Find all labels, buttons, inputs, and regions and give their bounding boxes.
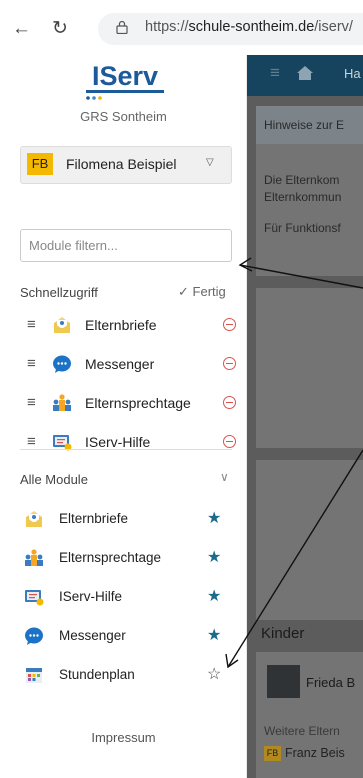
checkmark-icon: ✓ bbox=[178, 284, 189, 299]
avatar: FB bbox=[27, 153, 53, 175]
letter-icon bbox=[26, 511, 42, 527]
star-outline-icon[interactable]: ☆ bbox=[207, 664, 221, 684]
parent-name: Franz Beis bbox=[285, 746, 345, 760]
impressum-link[interactable]: Impressum bbox=[0, 730, 247, 745]
module-item-label: IServ-Hilfe bbox=[59, 589, 123, 604]
url-text[interactable]: https://schule-sontheim.de/iserv/ bbox=[145, 19, 353, 35]
help-screen-icon bbox=[25, 590, 44, 606]
notice-card: Hinweise zur E Die Elternkom Elternkommun… bbox=[256, 106, 363, 276]
chat-bubble-icon bbox=[53, 355, 71, 373]
quick-item-label: Messenger bbox=[85, 356, 155, 372]
user-name: Filomena Beispiel bbox=[66, 156, 177, 172]
top-navbar: ≡ Ha bbox=[247, 55, 363, 96]
chevron-down-icon[interactable]: ∨ bbox=[220, 470, 229, 484]
quick-item-label: Elternsprechtage bbox=[85, 395, 191, 411]
lock-icon bbox=[116, 20, 128, 34]
module-item-elternsprechtage[interactable]: Elternsprechtage ★ bbox=[0, 539, 247, 578]
module-item-label: Elternbriefe bbox=[59, 511, 129, 526]
quick-item-elternbriefe[interactable]: ≡ Elternbriefe bbox=[0, 306, 247, 345]
notice-line: Die Elternkom bbox=[264, 173, 340, 187]
module-filter-input[interactable] bbox=[20, 229, 232, 262]
quick-item-iserv-hilfe[interactable]: ≡ IServ-Hilfe bbox=[0, 423, 247, 462]
browser-toolbar: ← ↻ https://schule-sontheim.de/iserv/ bbox=[0, 0, 363, 55]
star-filled-icon[interactable]: ★ bbox=[207, 508, 221, 528]
star-filled-icon[interactable]: ★ bbox=[207, 586, 221, 606]
letter-icon bbox=[54, 317, 70, 333]
drag-handle-icon[interactable]: ≡ bbox=[27, 355, 36, 372]
all-modules-heading: Alle Module bbox=[20, 472, 88, 487]
done-label: Fertig bbox=[192, 284, 226, 299]
quick-access-heading: Schnellzugriff bbox=[20, 285, 98, 300]
breadcrumb[interactable]: Ha bbox=[344, 66, 361, 81]
people-icon bbox=[25, 549, 43, 566]
quick-item-messenger[interactable]: ≡ Messenger bbox=[0, 345, 247, 384]
arrow-left-icon[interactable]: ← bbox=[12, 18, 31, 40]
remove-circle-icon[interactable] bbox=[223, 396, 236, 409]
star-filled-icon[interactable]: ★ bbox=[207, 547, 221, 567]
module-item-iserv-hilfe[interactable]: IServ-Hilfe ★ bbox=[0, 578, 247, 617]
content-card bbox=[256, 460, 363, 620]
url-prefix: https:// bbox=[145, 19, 189, 35]
child-card: Frieda B Weitere Eltern FB Franz Beis bbox=[256, 652, 363, 778]
module-item-label: Stundenplan bbox=[59, 667, 135, 682]
remove-circle-icon[interactable] bbox=[223, 318, 236, 331]
quick-item-label: IServ-Hilfe bbox=[85, 434, 151, 450]
star-filled-icon[interactable]: ★ bbox=[207, 625, 221, 645]
home-icon[interactable] bbox=[296, 65, 314, 81]
content-card bbox=[256, 288, 363, 448]
child-name[interactable]: Frieda B bbox=[306, 675, 355, 690]
quick-item-label: Elternbriefe bbox=[85, 317, 157, 333]
main-content: ≡ Ha Hinweise zur E Die Elternkom Elternk… bbox=[247, 55, 363, 778]
url-path: /iserv/ bbox=[314, 19, 353, 35]
sidebar: IServ GRS Sontheim FB Filomena Beispiel … bbox=[0, 55, 247, 778]
child-avatar bbox=[267, 665, 300, 698]
notice-title: Hinweise zur E bbox=[264, 118, 345, 132]
chat-bubble-icon bbox=[25, 627, 43, 645]
drag-handle-icon[interactable]: ≡ bbox=[27, 433, 36, 450]
module-item-elternbriefe[interactable]: Elternbriefe ★ bbox=[0, 500, 247, 539]
school-name: GRS Sontheim bbox=[80, 109, 167, 124]
module-item-label: Elternsprechtage bbox=[59, 550, 162, 565]
module-item-label: Messenger bbox=[59, 628, 126, 643]
children-heading: Kinder bbox=[261, 625, 305, 642]
remove-circle-icon[interactable] bbox=[223, 357, 236, 370]
url-domain: schule-sontheim.de bbox=[188, 19, 315, 35]
divider bbox=[20, 449, 232, 450]
logo-text: IServ bbox=[92, 63, 158, 91]
people-icon bbox=[53, 394, 71, 411]
triangle-down-icon[interactable]: ▽ bbox=[206, 157, 214, 168]
module-item-messenger[interactable]: Messenger ★ bbox=[0, 617, 247, 656]
more-parents-label: Weitere Eltern bbox=[264, 724, 340, 738]
notice-line: Für Funktionsf bbox=[264, 221, 341, 235]
done-button[interactable]: ✓ Fertig bbox=[178, 284, 226, 300]
iserv-logo[interactable]: IServ bbox=[80, 63, 170, 103]
notice-line: Elternkommun bbox=[264, 190, 342, 204]
module-item-stundenplan[interactable]: Stundenplan ☆ bbox=[0, 656, 247, 695]
calendar-icon bbox=[26, 668, 42, 683]
reload-icon[interactable]: ↻ bbox=[52, 17, 68, 40]
remove-circle-icon[interactable] bbox=[223, 435, 236, 448]
drag-handle-icon[interactable]: ≡ bbox=[27, 316, 36, 333]
notice-text: Die Elternkom Elternkommun bbox=[264, 172, 341, 206]
quick-item-elternsprechtage[interactable]: ≡ Elternsprechtage bbox=[0, 384, 247, 423]
menu-icon[interactable]: ≡ bbox=[270, 63, 280, 83]
drag-handle-icon[interactable]: ≡ bbox=[27, 394, 36, 411]
avatar: FB bbox=[264, 746, 281, 761]
